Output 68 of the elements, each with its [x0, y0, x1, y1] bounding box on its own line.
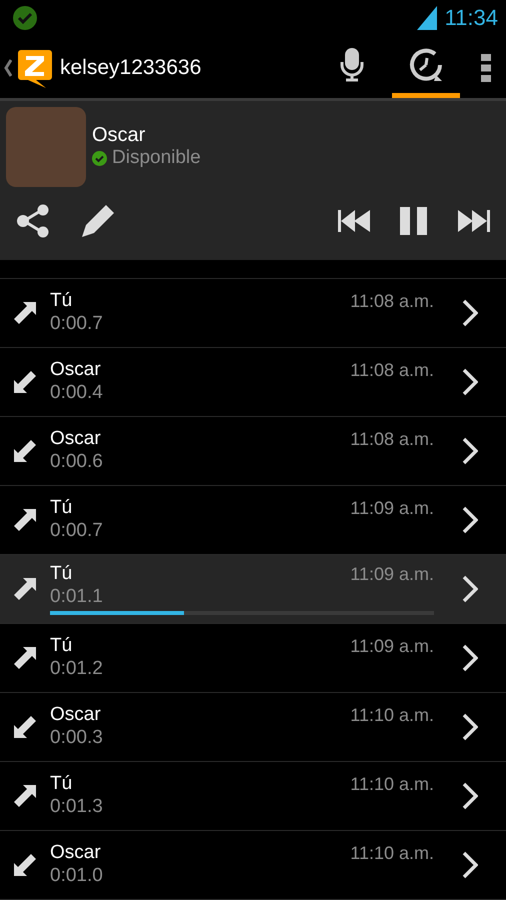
message-duration: 0:01.1: [50, 585, 104, 609]
available-check-icon: [92, 150, 107, 166]
share-icon: [16, 204, 50, 238]
message-time: 11:10 a.m.: [350, 842, 434, 864]
incoming-arrow-icon: [14, 440, 36, 462]
chevron-right-icon: [462, 575, 478, 603]
incoming-arrow-icon: [14, 716, 36, 738]
clock-time: 11:34: [444, 5, 498, 32]
message-duration: 0:00.7: [50, 312, 104, 336]
more-vertical-icon: [481, 54, 491, 82]
check-circle-icon: [12, 5, 38, 32]
sender-name: Tú: [50, 290, 72, 312]
skip-back-icon: [338, 210, 370, 232]
clock-refresh-icon: [408, 47, 444, 83]
play-pause-button[interactable]: [400, 207, 428, 236]
voice-message-row[interactable]: Tú 11:09 a.m. 0:01.1: [0, 555, 506, 624]
chevron-right-icon: [462, 644, 478, 672]
message-time: 11:08 a.m.: [350, 359, 434, 381]
message-duration: 0:00.3: [50, 726, 104, 750]
sender-name: Tú: [50, 563, 72, 585]
edit-button[interactable]: [80, 203, 116, 240]
message-time: 11:09 a.m.: [350, 563, 434, 585]
sender-name: Oscar: [50, 704, 101, 726]
chevron-right-icon: [462, 437, 478, 465]
next-button[interactable]: [458, 210, 490, 232]
outgoing-arrow-icon: [14, 509, 36, 531]
previous-button[interactable]: [338, 210, 370, 232]
message-duration: 0:01.3: [50, 795, 104, 819]
sender-name: Oscar: [50, 359, 101, 381]
chevron-right-icon: [462, 782, 478, 810]
outgoing-arrow-icon: [14, 302, 36, 324]
incoming-arrow-icon: [14, 854, 36, 876]
message-duration: 0:00.6: [50, 450, 104, 474]
message-time: 11:10 a.m.: [350, 704, 434, 726]
chevron-right-icon: [462, 506, 478, 534]
contact-name: Oscar: [92, 123, 146, 148]
contact-status: Disponible: [112, 147, 201, 170]
message-time: 11:10 a.m.: [350, 773, 434, 795]
outgoing-arrow-icon: [14, 785, 36, 807]
sender-name: Oscar: [50, 428, 101, 450]
sender-name: Oscar: [50, 842, 101, 864]
message-time: 11:08 a.m.: [350, 290, 434, 312]
message-time: 11:09 a.m.: [350, 497, 434, 519]
outgoing-arrow-icon: [14, 578, 36, 600]
account-name: kelsey1233636: [60, 56, 202, 80]
pause-icon: [400, 207, 428, 236]
sender-name: Tú: [50, 497, 72, 519]
back-chevron-icon[interactable]: [4, 58, 12, 76]
message-time: 11:09 a.m.: [350, 635, 434, 657]
sender-name: Tú: [50, 635, 72, 657]
skip-forward-icon: [458, 210, 490, 232]
share-button[interactable]: [16, 204, 50, 238]
chevron-right-icon: [462, 713, 478, 741]
message-duration: 0:01.2: [50, 657, 104, 681]
signal-icon: [416, 6, 437, 30]
message-duration: 0:00.7: [50, 519, 104, 543]
message-duration: 0:01.0: [50, 864, 104, 888]
pencil-icon: [80, 203, 116, 240]
chevron-right-icon: [462, 368, 478, 396]
sender-name: Tú: [50, 773, 72, 795]
message-duration: 0:00.4: [50, 381, 104, 405]
app-logo-icon[interactable]: [16, 48, 54, 88]
outgoing-arrow-icon: [14, 647, 36, 669]
incoming-arrow-icon: [14, 371, 36, 393]
chevron-right-icon: [462, 851, 478, 879]
microphone-icon: [340, 48, 364, 82]
chevron-right-icon: [462, 299, 478, 327]
message-time: 11:08 a.m.: [350, 428, 434, 450]
